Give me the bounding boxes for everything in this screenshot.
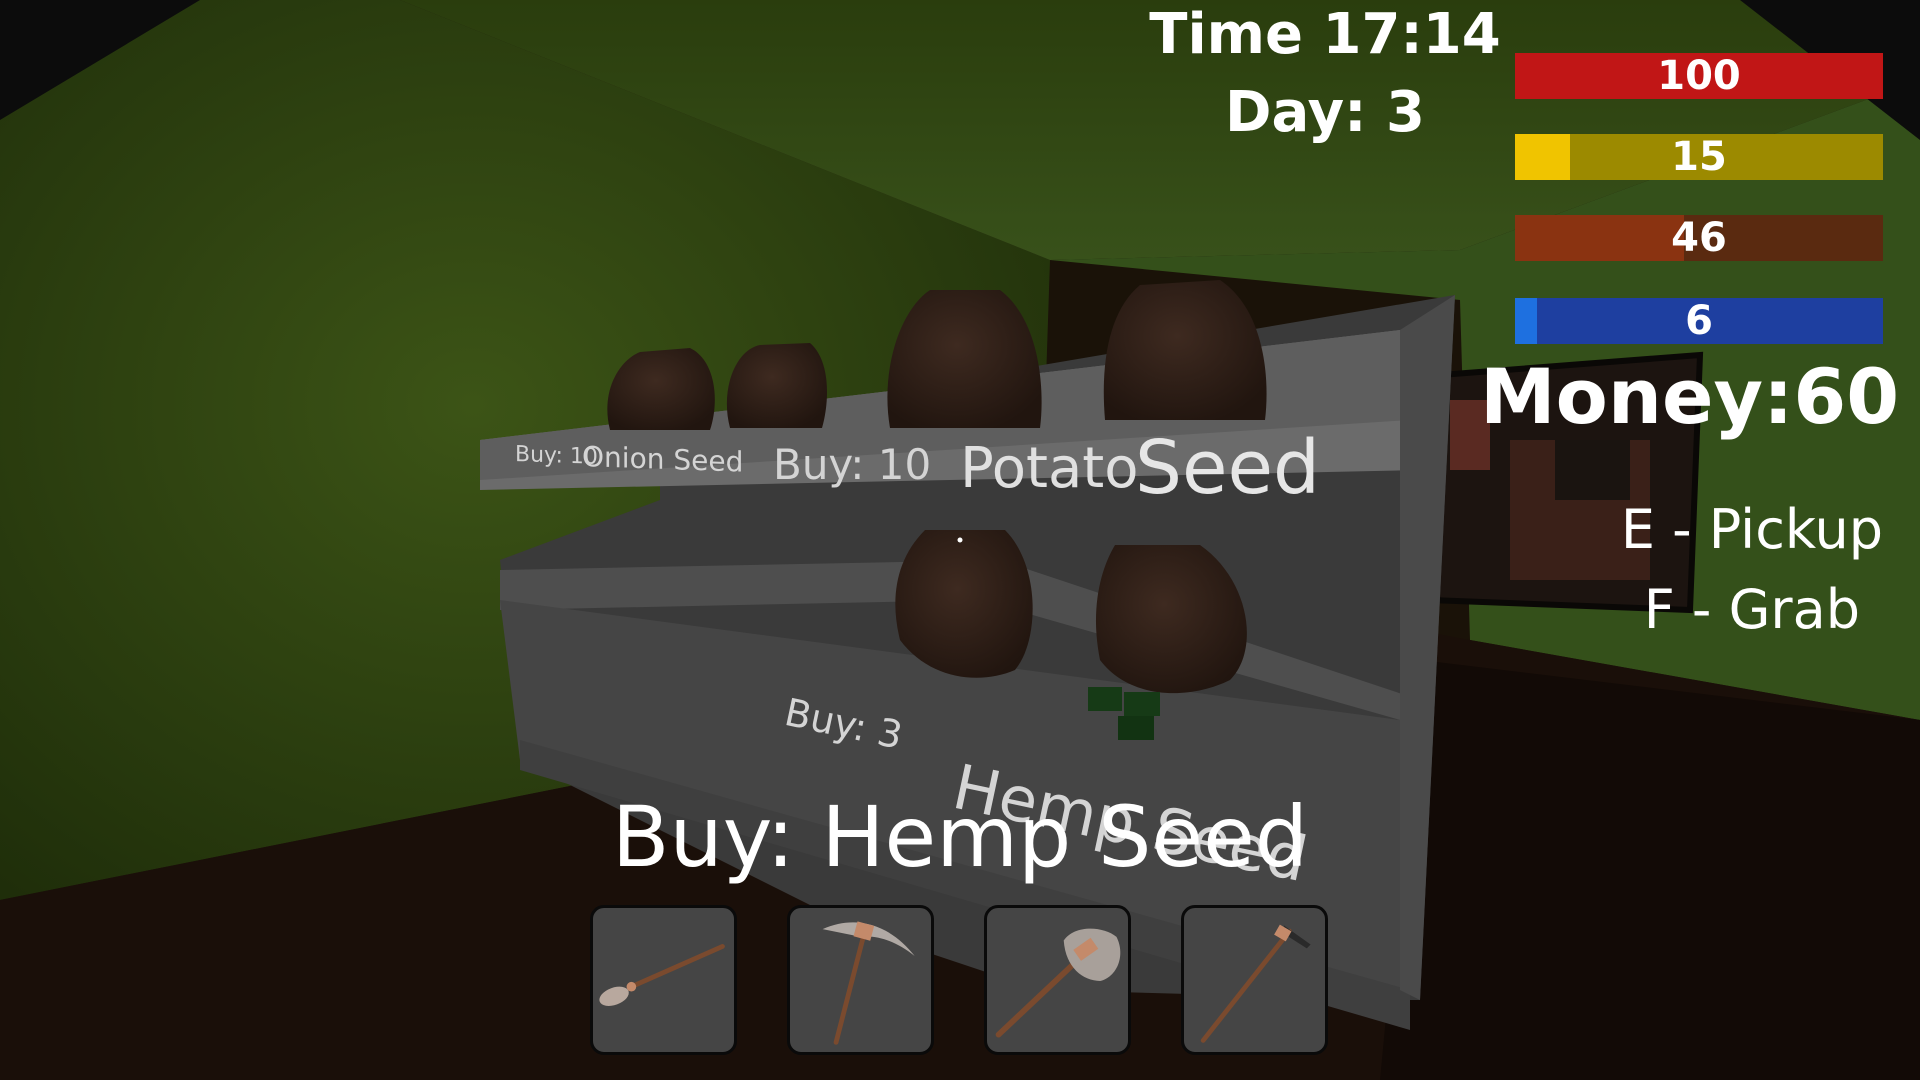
thirst-bar: 46 xyxy=(1515,215,1883,261)
health-value: 100 xyxy=(1657,53,1741,99)
hunger-bar: 15 xyxy=(1515,134,1883,180)
buy-prompt: Buy: Hemp Seed xyxy=(611,788,1309,886)
onion-seed-label: Onion Seed xyxy=(582,440,744,479)
hotbar-slot-1[interactable] xyxy=(590,905,737,1055)
day-display: Day: 3 xyxy=(1225,80,1425,145)
stone-hammer-icon xyxy=(995,928,1121,1038)
hotbar-slot-4[interactable] xyxy=(1181,905,1328,1055)
potato-seed-label-1: Potato xyxy=(960,436,1139,501)
pickup-key-hint: E - Pickup xyxy=(1620,498,1883,561)
time-display: Time 17:14 xyxy=(1149,2,1501,67)
hoe-icon xyxy=(1200,924,1311,1043)
hotbar-slot-3[interactable] xyxy=(984,905,1131,1055)
hunger-value: 15 xyxy=(1671,134,1727,180)
potato-seed-label-2: Seed xyxy=(1135,425,1320,511)
energy-bar: 6 xyxy=(1515,298,1883,344)
hotbar-slot-2[interactable] xyxy=(787,905,934,1055)
shovel-icon xyxy=(599,944,725,1006)
potato-price-label: Buy: 10 xyxy=(773,440,932,489)
money-display: Money:60 xyxy=(1480,352,1900,441)
grab-key-hint: F - Grab xyxy=(1643,578,1860,641)
energy-value: 6 xyxy=(1685,298,1713,344)
pickaxe-icon xyxy=(822,921,915,1045)
thirst-value: 46 xyxy=(1671,215,1727,261)
health-bar: 100 xyxy=(1515,53,1883,99)
